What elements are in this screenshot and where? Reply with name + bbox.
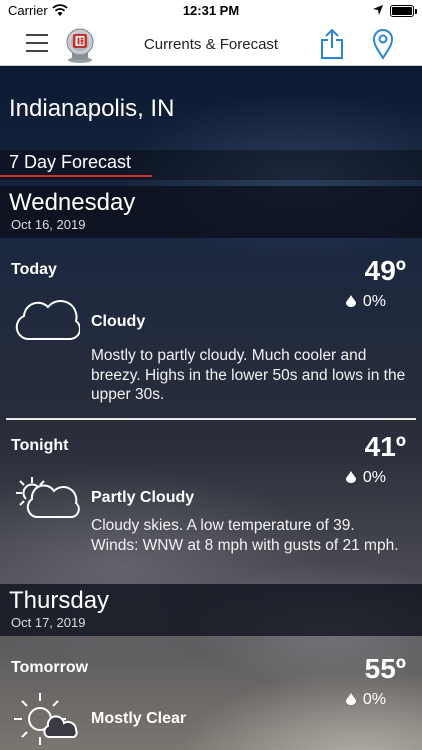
precip-drop-icon: [346, 295, 356, 307]
precip-chance: 0%: [362, 293, 386, 310]
period-divider: [6, 418, 416, 420]
period-name: Tonight: [11, 437, 69, 454]
period-temp: 55º: [364, 653, 406, 684]
page-title: Currents & Forecast: [143, 36, 279, 53]
status-bar: Carrier 12:31 PM: [0, 0, 422, 22]
precip-drop-icon: [346, 693, 356, 705]
mostly-clear-icon: [14, 693, 78, 745]
forecast-description: Cloudy skies. A low temperature of 39. W…: [91, 517, 399, 554]
forecast-description: Mostly to partly cloudy. Much cooler and…: [91, 347, 406, 403]
cloud-icon: [15, 300, 80, 340]
precip-chance: 0%: [362, 691, 386, 708]
share-icon[interactable]: [320, 28, 344, 60]
forecast-period-tonight[interactable]: Tonight 41º 0% Partly Cloudy Cloudy skie…: [0, 431, 422, 581]
period-name: Today: [11, 261, 57, 278]
location-pin-icon[interactable]: [372, 28, 394, 60]
location-arrow-icon: [373, 5, 383, 15]
precip-chance: 0%: [362, 469, 386, 486]
condition-label: Partly Cloudy: [91, 489, 195, 506]
battery-icon: [390, 5, 417, 17]
day-date: Oct 17, 2019: [11, 615, 86, 630]
partly-cloudy-icon: [16, 477, 80, 518]
forecast-section-header: 7 Day Forecast: [0, 150, 422, 180]
day-header: Thursday Oct 17, 2019: [0, 584, 422, 636]
day-date: Oct 16, 2019: [11, 217, 86, 232]
condition-label: Cloudy: [91, 313, 146, 330]
precip-drop-icon: [346, 471, 356, 483]
period-name: Tomorrow: [11, 659, 89, 676]
day-name: Wednesday: [9, 189, 136, 216]
section-underline: [0, 175, 152, 177]
period-temp: 41º: [364, 431, 406, 462]
period-temp: 49º: [364, 255, 406, 286]
forecast-period-today[interactable]: Today 49º 0% Cloudy Mostly to partly clo…: [0, 255, 422, 415]
day-name: Thursday: [9, 587, 110, 614]
status-time: 12:31 PM: [182, 3, 240, 18]
location-name: Indianapolis, IN: [9, 95, 175, 122]
nav-bar: Currents & Forecast: [0, 22, 422, 66]
condition-label: Mostly Clear: [91, 710, 187, 727]
day-header: Wednesday Oct 16, 2019: [0, 186, 422, 238]
section-label: 7 Day Forecast: [9, 152, 132, 172]
forecast-period-tomorrow[interactable]: Tomorrow 55º 0% Mostly Clear: [0, 653, 422, 750]
